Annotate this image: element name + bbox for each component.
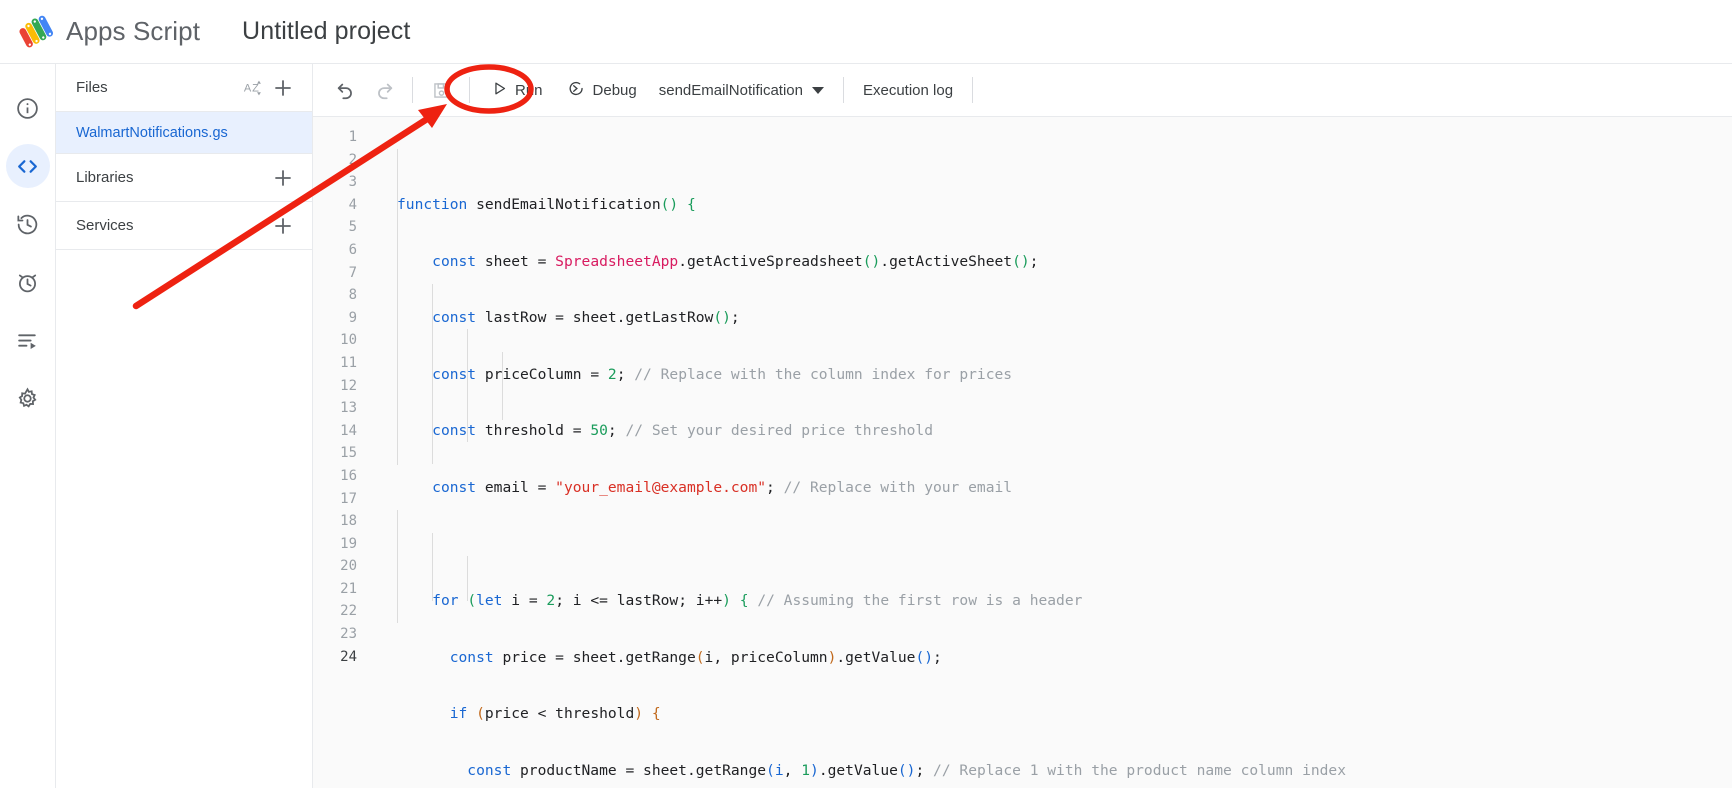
gear-icon[interactable] <box>6 376 50 420</box>
line-number: 6 <box>348 241 357 258</box>
line-number: 2 <box>348 151 357 168</box>
line-number: 12 <box>340 377 357 394</box>
files-header-row: Files A Z <box>56 64 312 112</box>
libraries-row[interactable]: Libraries <box>56 154 312 202</box>
page-title[interactable]: Untitled project <box>242 17 410 46</box>
line-number: 7 <box>348 264 357 281</box>
services-row[interactable]: Services <box>56 202 312 250</box>
undo-icon[interactable] <box>327 71 365 109</box>
debug-button[interactable]: Debug <box>555 71 649 109</box>
code-line: for (let i = 2; i <= lastRow; i++) { // … <box>432 592 1083 610</box>
line-number: 10 <box>340 332 357 349</box>
code-line: const sheet = SpreadsheetApp.getActiveSp… <box>432 252 1039 270</box>
history-icon[interactable] <box>6 202 50 246</box>
line-number: 5 <box>348 219 357 236</box>
line-number: 20 <box>340 558 357 575</box>
code-text[interactable]: function sendEmailNotification() { const… <box>369 117 1732 788</box>
line-number: 4 <box>348 196 357 213</box>
add-file-button[interactable] <box>268 73 298 103</box>
files-panel: Files A Z WalmartNotifications.gs Librar… <box>56 64 313 788</box>
toolbar-divider-4 <box>972 77 974 103</box>
line-number: 23 <box>340 626 357 643</box>
line-number: 16 <box>340 467 357 484</box>
left-nav-rail <box>0 64 56 788</box>
alarm-clock-icon[interactable] <box>6 260 50 304</box>
code-line: const productName = sheet.getRange(i, 1)… <box>467 761 1346 779</box>
play-icon <box>491 80 508 101</box>
code-line: const price = sheet.getRange(i, priceCol… <box>449 648 942 666</box>
code-icon[interactable] <box>5 144 50 188</box>
line-number: 1 <box>348 129 357 145</box>
app-body: Files A Z WalmartNotifications.gs Librar… <box>0 63 1732 788</box>
toolbar-divider-3 <box>842 77 844 103</box>
add-library-button[interactable] <box>268 163 298 193</box>
redo-icon[interactable] <box>365 71 403 109</box>
overview-icon[interactable] <box>6 86 50 130</box>
files-header-label: Files <box>76 79 108 96</box>
line-number: 14 <box>340 422 357 439</box>
editor-toolbar: Run Debug sendEmailNotification Executio… <box>313 64 1732 117</box>
apps-script-logo[interactable] <box>14 9 60 55</box>
line-number: 9 <box>348 309 357 326</box>
line-number: 19 <box>340 535 357 552</box>
apps-script-window: Apps Script Untitled project Files A Z W… <box>0 0 1732 788</box>
line-number: 18 <box>340 513 357 530</box>
line-number: 3 <box>348 174 357 191</box>
code-line: if (price < threshold) { <box>449 705 661 723</box>
indent-guides <box>369 126 1732 788</box>
code-line: const priceColumn = 2; // Replace with t… <box>432 365 1013 383</box>
file-item-walmartnotifications[interactable]: WalmartNotifications.gs <box>56 112 312 154</box>
save-icon[interactable] <box>422 71 460 109</box>
chevron-down-icon <box>811 86 824 94</box>
code-line: function sendEmailNotification() { <box>397 196 696 213</box>
toolbar-divider-2 <box>469 77 470 103</box>
executions-icon[interactable] <box>6 318 50 362</box>
line-number-gutter: 1 2 3 4 5 6 7 8 9 10 11 12 13 14 15 16 1 <box>313 117 369 788</box>
code-line: const threshold = 50; // Set your desire… <box>432 422 934 440</box>
line-number-active: 24 <box>340 648 357 665</box>
libraries-label: Libraries <box>76 169 134 186</box>
code-line: const email = "your_email@example.com"; … <box>432 478 1013 496</box>
toolbar-divider <box>412 77 413 103</box>
function-selector[interactable]: sendEmailNotification <box>649 71 834 109</box>
editor-column: Run Debug sendEmailNotification Executio… <box>313 64 1732 788</box>
execution-log-button[interactable]: Execution log <box>853 71 963 109</box>
code-line: const lastRow = sheet.getLastRow(); <box>432 309 740 327</box>
debug-label: Debug <box>592 81 637 99</box>
sort-az-icon[interactable]: A Z <box>238 73 268 103</box>
line-number: 17 <box>340 490 357 507</box>
brand-name[interactable]: Apps Script <box>66 16 200 47</box>
execution-log-label: Execution log <box>862 81 954 99</box>
line-number: 22 <box>340 603 357 620</box>
line-number: 13 <box>340 400 357 417</box>
add-service-button[interactable] <box>268 211 298 241</box>
run-button[interactable]: Run <box>479 71 555 109</box>
line-number: 11 <box>340 354 357 371</box>
line-number: 8 <box>348 287 357 304</box>
services-label: Services <box>76 217 134 234</box>
run-label: Run <box>515 81 543 99</box>
line-number: 21 <box>340 580 357 597</box>
line-number: 15 <box>340 445 357 462</box>
code-editor[interactable]: 1 2 3 4 5 6 7 8 9 10 11 12 13 14 15 16 1 <box>313 117 1732 788</box>
debug-icon <box>567 79 586 102</box>
svg-text:A: A <box>244 82 252 94</box>
app-header: Apps Script Untitled project <box>0 0 1732 63</box>
function-selector-value: sendEmailNotification <box>658 81 803 99</box>
